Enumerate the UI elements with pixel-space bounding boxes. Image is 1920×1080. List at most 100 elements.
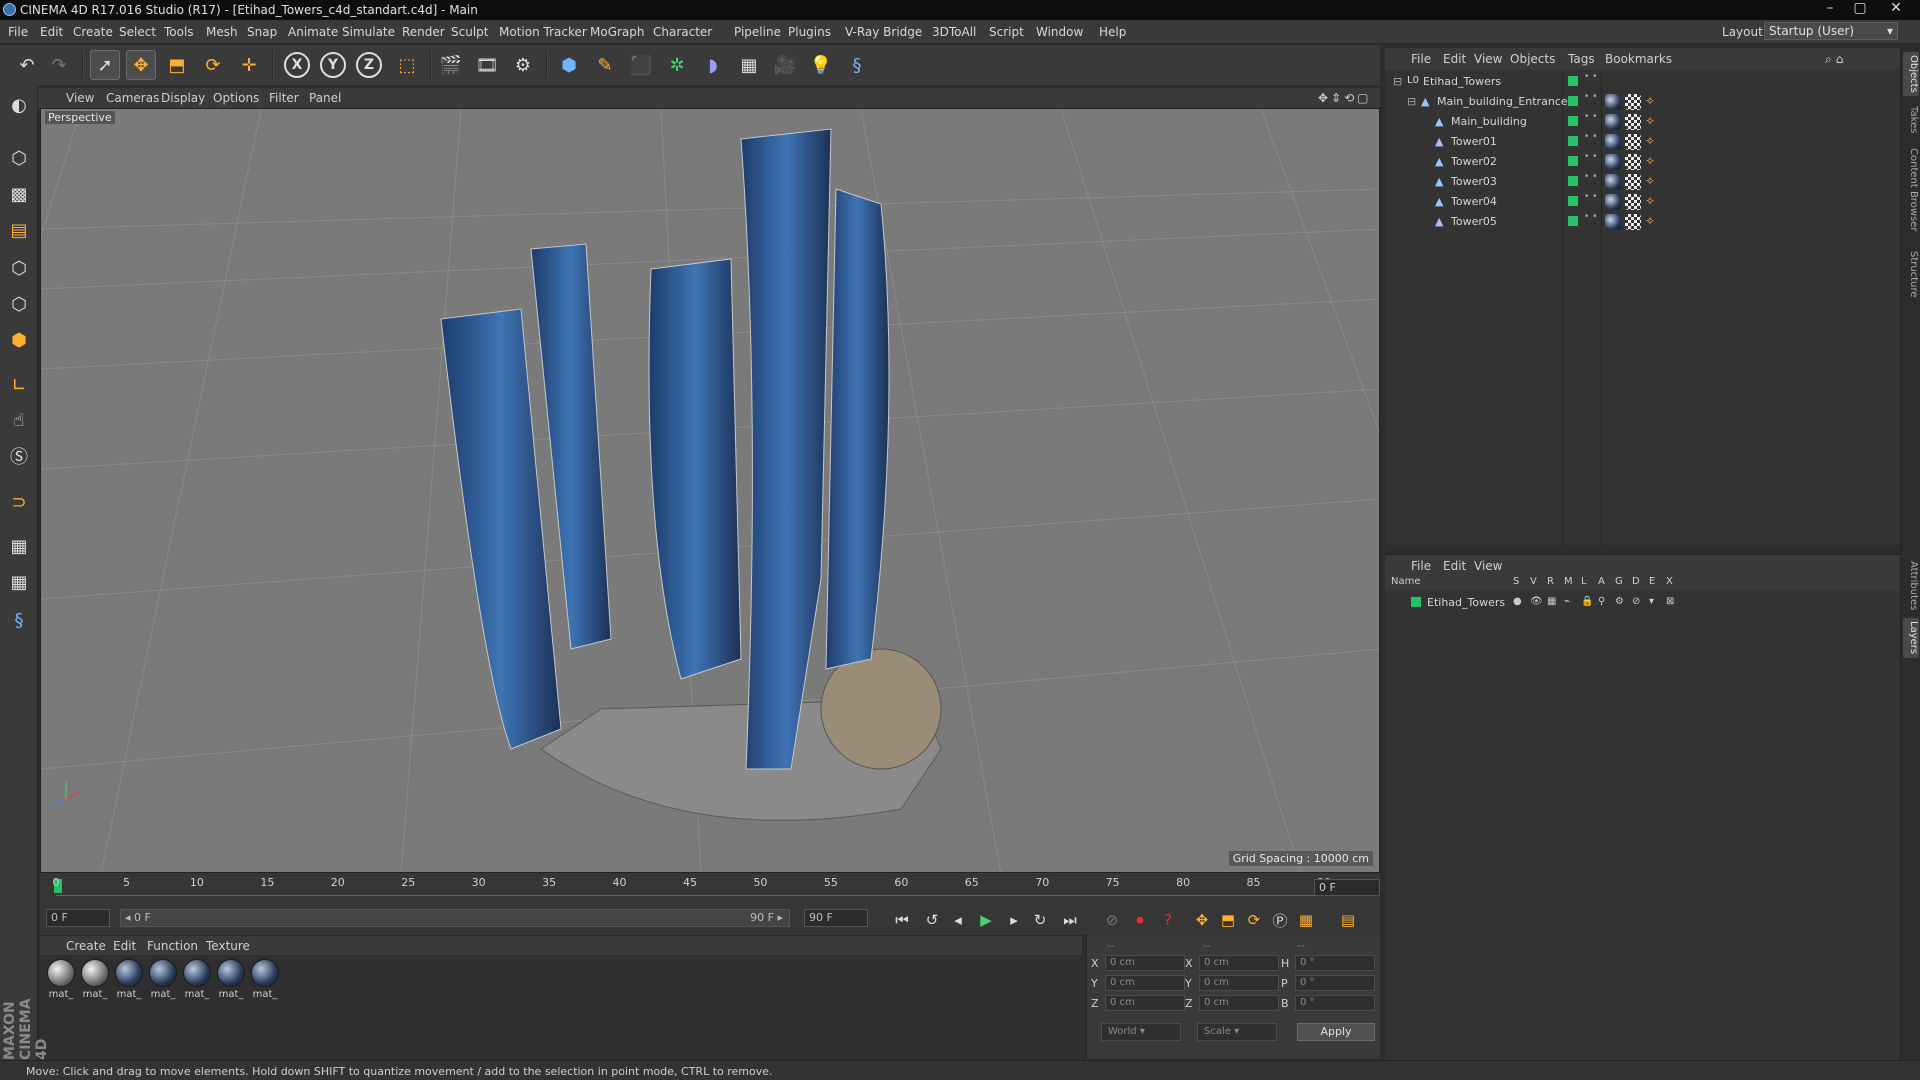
material-menu-create[interactable]: Create (66, 939, 106, 953)
layer-toggle-icon[interactable]: ⌁ (1564, 596, 1570, 607)
object-row[interactable]: ▲ Tower05 • • ✧ (1385, 212, 1900, 232)
texture-tag-icon[interactable] (1625, 174, 1641, 190)
subdivision-icon[interactable]: ⬛ (626, 50, 656, 80)
phong-tag-icon[interactable]: ✧ (1645, 214, 1661, 230)
tab-attributes[interactable]: Attributes (1903, 558, 1919, 614)
menu-snap[interactable]: Snap (247, 25, 277, 39)
workplane-icon[interactable]: ▤ (4, 215, 34, 245)
phong-tag-icon[interactable]: ✧ (1645, 154, 1661, 170)
viewport-menu-filter[interactable]: Filter (269, 91, 299, 105)
rotate-icon[interactable]: ⟳ (198, 50, 228, 80)
pen-icon[interactable]: ✎ (590, 50, 620, 80)
edges-mode-icon[interactable]: ⬡ (4, 289, 34, 319)
menu-tools[interactable]: Tools (164, 25, 194, 39)
axis-mode-icon[interactable]: ∟ (4, 370, 34, 400)
phong-tag-icon[interactable]: ✧ (1645, 194, 1661, 210)
layer-color-icon[interactable] (1568, 216, 1578, 226)
layer-color-icon[interactable] (1568, 176, 1578, 186)
menu-3dtoall[interactable]: 3DToAll (932, 25, 976, 39)
visibility-dots-icon[interactable]: • • (1584, 73, 1597, 82)
expand-icon[interactable]: ⊟ (1393, 75, 1405, 88)
tweak-icon[interactable]: ☝ (4, 405, 34, 435)
object-row[interactable]: ▲ Main_building • • ✧ (1385, 112, 1900, 132)
material-tag-icon[interactable] (1605, 174, 1621, 190)
material-swatch[interactable]: mat_ (148, 959, 178, 1000)
menu-mograph[interactable]: MoGraph (590, 25, 645, 39)
render-picture-viewer-icon[interactable]: 🎞 (472, 50, 502, 80)
current-frame-field[interactable]: 0 F (1314, 879, 1380, 896)
layout-dropdown[interactable]: Startup (User) ▾ (1764, 22, 1898, 40)
redo-icon[interactable]: ↷ (44, 50, 74, 80)
render-view-icon[interactable]: 🎬 (436, 50, 466, 80)
menu-vray-bridge[interactable]: V-Ray Bridge (845, 25, 922, 39)
range-slider[interactable]: ◂ 0 F 90 F ▸ (120, 909, 790, 927)
layer-column-header[interactable]: E (1649, 576, 1655, 587)
visibility-dots-icon[interactable]: • • (1584, 133, 1597, 142)
phong-tag-icon[interactable]: ✧ (1645, 94, 1661, 110)
layer-color-icon[interactable] (1568, 116, 1578, 126)
coord-value-field[interactable]: 0 ° (1295, 955, 1375, 971)
layer-column-header[interactable]: M (1564, 576, 1573, 587)
snap-icon[interactable]: ▦ (4, 531, 34, 561)
key-scale-icon[interactable]: ⬒ (1216, 908, 1240, 932)
layer-column-header[interactable]: A (1598, 576, 1605, 587)
layer-toggle-icon[interactable]: ● (1513, 596, 1522, 607)
layer-toggle-icon[interactable]: 👁 (1530, 596, 1543, 607)
autokey-icon[interactable]: ? (1156, 908, 1180, 932)
coord-value-field[interactable]: 0 cm (1199, 975, 1279, 991)
record-disabled-icon[interactable]: ⊘ (1100, 908, 1124, 932)
coord-space-dropdown[interactable]: World ▾ (1101, 1023, 1181, 1041)
layer-menu-edit[interactable]: Edit (1443, 559, 1466, 573)
visibility-dots-icon[interactable]: • • (1584, 173, 1597, 182)
search-icon[interactable]: ⌕⌂ (1825, 52, 1847, 67)
layer-row[interactable]: Etihad_Towers ● 👁 ▦ ⌁ 🔒 ⚲ ⚙ ⊘ ▾ ⊠ (1385, 593, 1900, 613)
layer-toggle-icon[interactable]: ⚙ (1615, 596, 1624, 607)
previous-key-icon[interactable]: ↺ (920, 908, 944, 932)
key-rotate-icon[interactable]: ⟳ (1242, 908, 1266, 932)
viewport-menu-options[interactable]: Options (213, 91, 259, 105)
menu-motion-tracker[interactable]: Motion Tracker (499, 25, 587, 39)
maximize-button[interactable]: ▢ (1846, 0, 1874, 18)
material-tag-icon[interactable] (1605, 194, 1621, 210)
coord-mode-dropdown[interactable]: Scale ▾ (1197, 1023, 1277, 1041)
layer-column-header[interactable]: L (1581, 576, 1587, 587)
layer-toggle-icon[interactable]: ▾ (1649, 596, 1654, 607)
layer-column-header[interactable]: V (1530, 576, 1537, 587)
material-tag-icon[interactable] (1605, 154, 1621, 170)
x-axis-icon[interactable]: X (282, 50, 312, 80)
coordinate-system-icon[interactable]: ⬚ (392, 50, 422, 80)
snap-settings-icon[interactable]: ▦ (4, 567, 34, 597)
object-menu-objects[interactable]: Objects (1510, 52, 1555, 66)
key-param-icon[interactable]: Ⓟ (1268, 908, 1292, 932)
menu-render[interactable]: Render (402, 25, 445, 39)
layer-menu-file[interactable]: File (1411, 559, 1431, 573)
texture-tag-icon[interactable] (1625, 94, 1641, 110)
object-menu-file[interactable]: File (1411, 52, 1431, 66)
layer-color-icon[interactable] (1568, 156, 1578, 166)
visibility-dots-icon[interactable]: • • (1584, 93, 1597, 102)
visibility-dots-icon[interactable]: • • (1584, 213, 1597, 222)
go-to-start-icon[interactable]: ⏮ (890, 908, 914, 932)
object-row[interactable]: ⊟ ▲ Main_building_Entrance • • ✧ (1385, 92, 1900, 112)
menu-simulate[interactable]: Simulate (342, 25, 395, 39)
polygons-mode-icon[interactable]: ⬢ (4, 325, 34, 355)
viewport-menu-cameras[interactable]: Cameras (106, 91, 159, 105)
layer-column-header[interactable]: D (1632, 576, 1640, 587)
layer-toggle-icon[interactable]: ⚲ (1598, 596, 1605, 607)
timeline-ruler[interactable]: 051015202530354045505560657075808590 (40, 873, 1380, 903)
texture-tag-icon[interactable] (1625, 214, 1641, 230)
texture-tag-icon[interactable] (1625, 194, 1641, 210)
layer-menu-view[interactable]: View (1474, 559, 1502, 573)
material-swatch[interactable]: mat_ (80, 959, 110, 1000)
viewport-menu-display[interactable]: Display (161, 91, 205, 105)
undo-icon[interactable]: ↶ (12, 50, 42, 80)
object-row[interactable]: ▲ Tower02 • • ✧ (1385, 152, 1900, 172)
render-settings-icon[interactable]: ⚙ (508, 50, 538, 80)
material-swatch[interactable]: mat_ (182, 959, 212, 1000)
tab-content-browser[interactable]: Content Browser (1903, 142, 1919, 238)
python-icon[interactable]: § (842, 50, 872, 80)
viewport-navigation-icon[interactable]: ✥⇕⟲▢ (1318, 91, 1372, 105)
previous-frame-icon[interactable]: ◂ (946, 908, 970, 932)
layer-column-header[interactable]: X (1666, 576, 1673, 587)
move-icon[interactable]: ✥ (126, 50, 156, 80)
